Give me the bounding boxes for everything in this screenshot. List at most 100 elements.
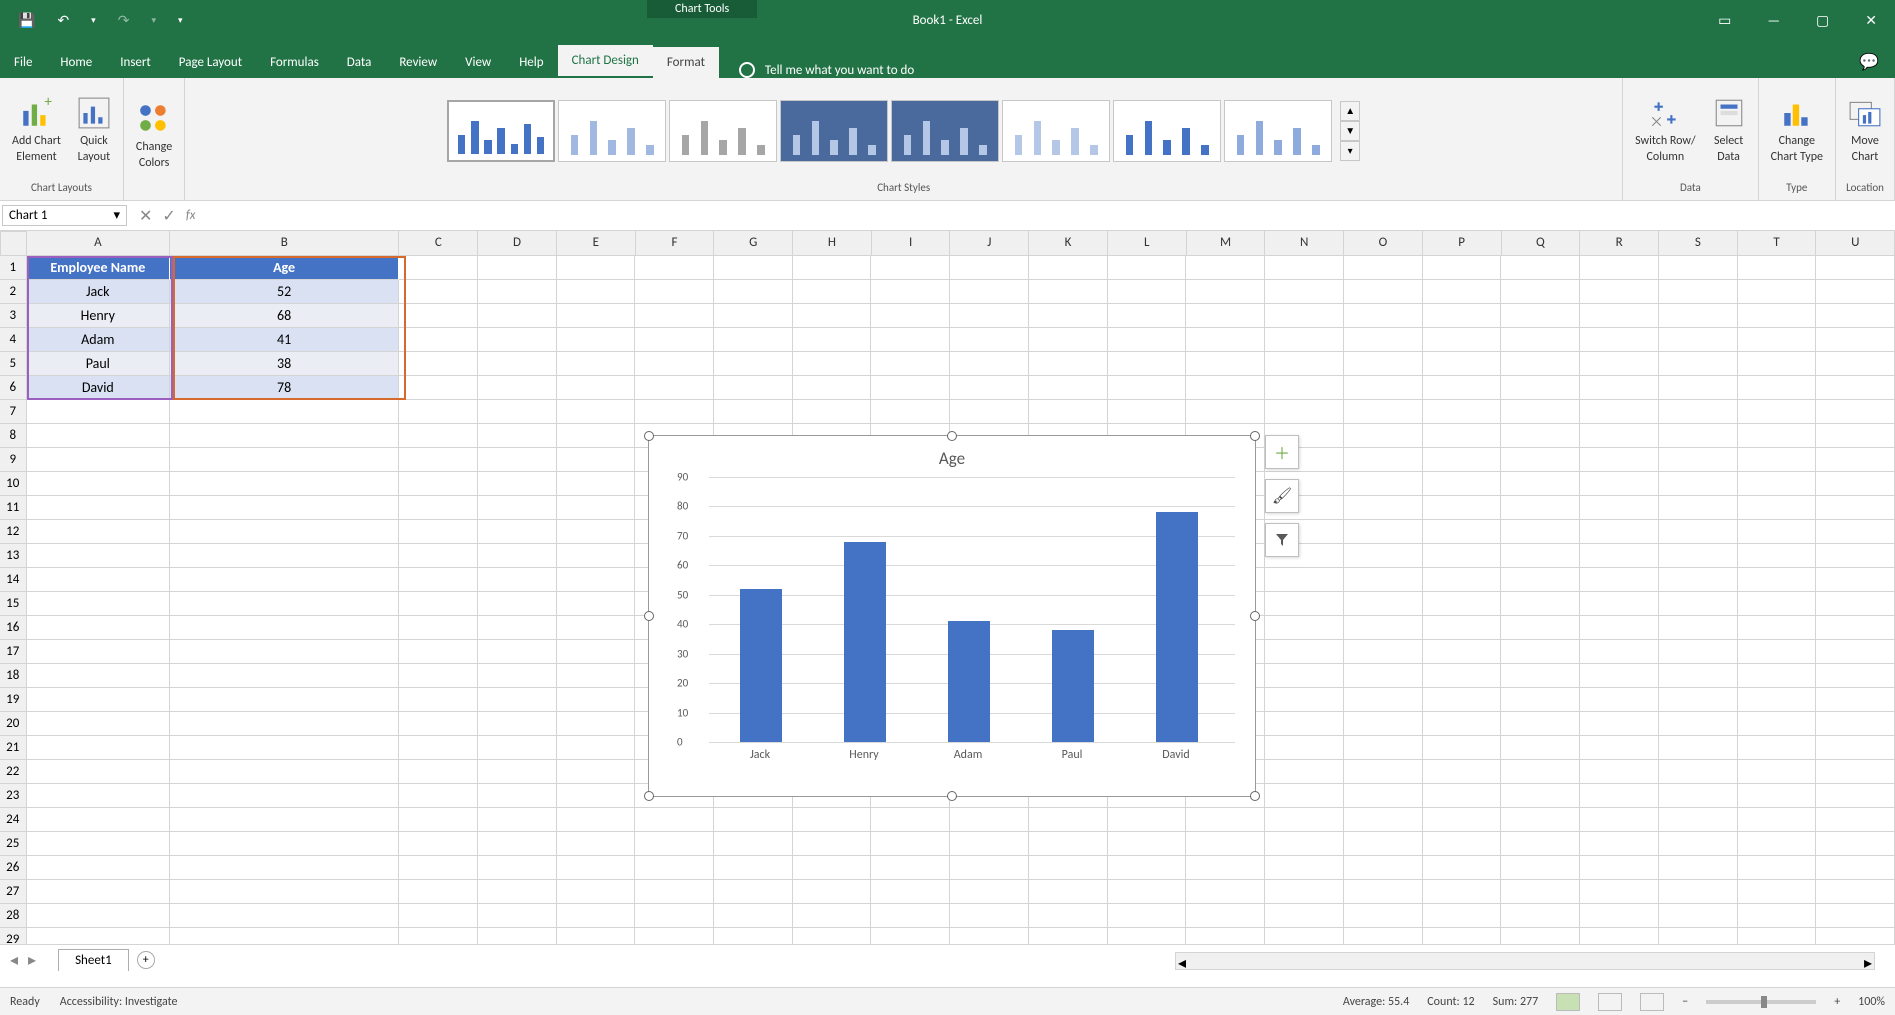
cell-O10[interactable] [1344,472,1423,496]
cell-D19[interactable] [478,688,557,712]
cell-B16[interactable] [170,616,399,640]
cell-C5[interactable] [399,352,478,376]
cell-K26[interactable] [1029,856,1108,880]
cell-T27[interactable] [1738,880,1817,904]
cell-E10[interactable] [557,472,636,496]
cell-C15[interactable] [399,592,478,616]
chart-title[interactable]: Age [649,436,1255,477]
cell-C3[interactable] [399,304,478,328]
cell-I6[interactable] [871,376,950,400]
column-header-Q[interactable]: Q [1502,231,1581,256]
cell-B7[interactable] [170,400,399,424]
cell-J6[interactable] [950,376,1029,400]
cell-I28[interactable] [871,904,950,928]
cell-N16[interactable] [1265,616,1344,640]
cell-A25[interactable] [27,832,171,856]
cell-B11[interactable] [170,496,399,520]
column-header-O[interactable]: O [1344,231,1423,256]
cell-U7[interactable] [1816,400,1895,424]
row-header-25[interactable]: 25 [0,832,27,856]
cell-P23[interactable] [1423,784,1502,808]
sheet-tab-sheet1[interactable]: Sheet1 [58,949,129,971]
cell-O26[interactable] [1344,856,1423,880]
cell-B3[interactable]: 68 [170,304,399,328]
cell-T23[interactable] [1738,784,1817,808]
chart-style-more[interactable]: ▾ [1340,141,1360,161]
cell-U23[interactable] [1816,784,1895,808]
cell-T25[interactable] [1738,832,1817,856]
column-header-U[interactable]: U [1816,231,1895,256]
new-sheet-button[interactable]: + [137,951,155,969]
cell-R27[interactable] [1580,880,1659,904]
cell-J3[interactable] [950,304,1029,328]
row-header-18[interactable]: 18 [0,664,27,688]
cell-S17[interactable] [1659,640,1738,664]
resize-handle-tm[interactable] [947,431,957,441]
cell-O22[interactable] [1344,760,1423,784]
cell-I1[interactable] [871,256,950,280]
row-header-15[interactable]: 15 [0,592,27,616]
row-header-10[interactable]: 10 [0,472,27,496]
change-colors-button[interactable]: Change Colors [132,98,176,175]
cell-R1[interactable] [1580,256,1659,280]
row-header-26[interactable]: 26 [0,856,27,880]
chart-style-scroll-down[interactable]: ▼ [1340,121,1360,141]
cell-A26[interactable] [27,856,171,880]
cell-R25[interactable] [1580,832,1659,856]
cell-T3[interactable] [1738,304,1817,328]
cell-M25[interactable] [1186,832,1265,856]
row-header-22[interactable]: 22 [0,760,27,784]
cell-D3[interactable] [478,304,557,328]
cell-S24[interactable] [1659,808,1738,832]
cell-A7[interactable] [27,400,171,424]
cell-G26[interactable] [714,856,793,880]
fx-icon[interactable]: fx [186,208,196,223]
switch-row-column-button[interactable]: Switch Row/ Column [1631,92,1699,169]
cell-N28[interactable] [1265,904,1344,928]
cell-O14[interactable] [1344,568,1423,592]
cell-A18[interactable] [27,664,171,688]
cell-L25[interactable] [1108,832,1187,856]
chart-style-4[interactable] [780,100,888,162]
zoom-slider-thumb[interactable] [1761,996,1767,1008]
cell-R22[interactable] [1580,760,1659,784]
cell-D20[interactable] [478,712,557,736]
row-header-4[interactable]: 4 [0,328,27,352]
cell-B4[interactable]: 41 [170,328,399,352]
cell-C17[interactable] [399,640,478,664]
cell-R19[interactable] [1580,688,1659,712]
cell-C23[interactable] [399,784,478,808]
resize-handle-bl[interactable] [644,791,654,801]
cell-J5[interactable] [950,352,1029,376]
cell-U14[interactable] [1816,568,1895,592]
cell-C10[interactable] [399,472,478,496]
cell-A21[interactable] [27,736,171,760]
cell-D6[interactable] [478,376,557,400]
cell-B9[interactable] [170,448,399,472]
cell-C19[interactable] [399,688,478,712]
cell-E21[interactable] [557,736,636,760]
resize-handle-bm[interactable] [947,791,957,801]
cell-E26[interactable] [557,856,636,880]
cell-F1[interactable] [635,256,714,280]
cell-F2[interactable] [635,280,714,304]
cell-Q13[interactable] [1501,544,1580,568]
cell-M1[interactable] [1186,256,1265,280]
cell-T4[interactable] [1738,328,1817,352]
resize-handle-mr[interactable] [1250,611,1260,621]
cell-E22[interactable] [557,760,636,784]
cell-Q6[interactable] [1501,376,1580,400]
cell-S3[interactable] [1659,304,1738,328]
cell-E15[interactable] [557,592,636,616]
cell-E19[interactable] [557,688,636,712]
cell-Q22[interactable] [1501,760,1580,784]
cell-E4[interactable] [557,328,636,352]
cell-O5[interactable] [1344,352,1423,376]
cell-N27[interactable] [1265,880,1344,904]
cell-C28[interactable] [399,904,478,928]
row-header-28[interactable]: 28 [0,904,27,928]
chart-plot-area[interactable]: 0102030405060708090JackHenryAdamPaulDavi… [709,477,1235,742]
cell-U18[interactable] [1816,664,1895,688]
redo-button[interactable]: ↷ [112,8,136,33]
cell-N20[interactable] [1265,712,1344,736]
